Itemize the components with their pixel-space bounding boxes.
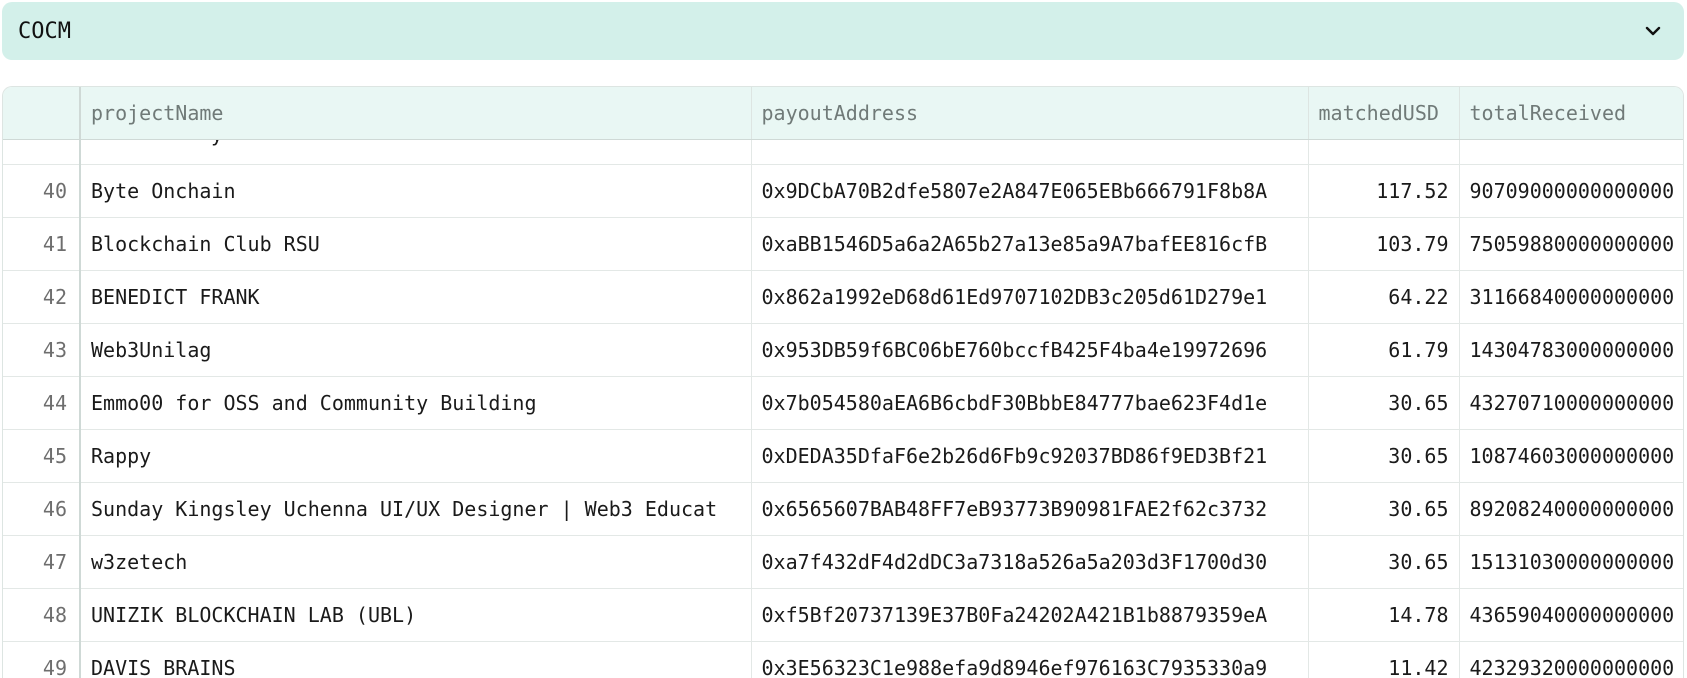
payout-address-cell: 0x862a1992eD68d61Ed9707102DB3c205d61D279…: [751, 270, 1309, 324]
payout-address-cell: 0x3E56323C1e988efa9d8946ef976163C7935330…: [751, 641, 1309, 678]
payout-address-cell: 0x9DCbA70B2dfe5807e2A847E065EBb666791F8b…: [751, 164, 1309, 218]
table-row-partial: y: [3, 139, 1683, 165]
total-received-cell: 31166840000000000: [1459, 270, 1683, 324]
payout-address-cell: 0xaBB1546D5a6a2A65b27a13e85a9A7bafEE816c…: [751, 217, 1309, 271]
matched-usd-cell: 117.52: [1308, 164, 1460, 218]
payout-address-cell: 0x7b054580aEA6B6cbdF30BbbE84777bae623F4d…: [751, 376, 1309, 430]
total-received-cell: 14304783000000000: [1459, 323, 1683, 377]
matched-usd-cell: 14.78: [1308, 588, 1460, 642]
project-name-cell: w3zetech: [80, 535, 752, 589]
project-name-cell: Byte Onchain: [80, 164, 752, 218]
table-row[interactable]: 47 w3zetech 0xa7f432dF4d2dDC3a7318a526a5a2…: [3, 535, 1683, 589]
total-received-cell: 10874603000000000: [1459, 429, 1683, 483]
project-name-cell: Web3Unilag: [80, 323, 752, 377]
table-row[interactable]: 42 BENEDICT FRANK 0x862a1992eD68d61Ed97071…: [3, 270, 1683, 324]
total-received-cell: 90709000000000000: [1459, 164, 1683, 218]
total-received-cell: 15131030000000000: [1459, 535, 1683, 589]
project-name-cell: BENEDICT FRANK: [80, 270, 752, 324]
row-index-cell: 42: [3, 270, 81, 324]
results-table: projectName payoutAddress matchedUSD tot…: [2, 86, 1684, 678]
table-header-row: projectName payoutAddress matchedUSD tot…: [3, 87, 1683, 140]
table-row[interactable]: 46 Sunday Kingsley Uchenna UI/UX Designer…: [3, 482, 1683, 536]
row-index-cell: 46: [3, 482, 81, 536]
total-received-cell: 89208240000000000: [1459, 482, 1683, 536]
row-index-cell: 45: [3, 429, 81, 483]
column-header-totalreceived[interactable]: totalReceived: [1459, 87, 1683, 140]
project-name-cell: y: [80, 139, 752, 165]
total-received-cell: 43659040000000000: [1459, 588, 1683, 642]
row-index-cell: 43: [3, 323, 81, 377]
matched-usd-cell: 11.42: [1308, 641, 1460, 678]
row-index-cell: 44: [3, 376, 81, 430]
row-index-cell: 48: [3, 588, 81, 642]
column-header-index[interactable]: [3, 87, 81, 140]
column-header-matchedusd[interactable]: matchedUSD: [1308, 87, 1460, 140]
dropdown-selected-value: COCM: [18, 18, 71, 44]
row-index-cell: [3, 139, 81, 165]
matched-usd-cell: 30.65: [1308, 376, 1460, 430]
row-index-cell: 47: [3, 535, 81, 589]
payout-address-cell: 0xDEDA35DfaF6e2b26d6Fb9c92037BD86f9ED3Bf…: [751, 429, 1309, 483]
project-name-cell: Blockchain Club RSU: [80, 217, 752, 271]
table-row[interactable]: 40 Byte Onchain 0x9DCbA70B2dfe5807e2A847E0…: [3, 164, 1683, 218]
project-name-cell: Rappy: [80, 429, 752, 483]
matched-usd-cell: 61.79: [1308, 323, 1460, 377]
total-received-cell: [1459, 139, 1683, 165]
row-index-cell: 41: [3, 217, 81, 271]
column-header-projectname[interactable]: projectName: [80, 87, 752, 140]
matched-usd-cell: 30.65: [1308, 429, 1460, 483]
matched-usd-cell: 64.22: [1308, 270, 1460, 324]
table-row[interactable]: 48 UNIZIK BLOCKCHAIN LAB (UBL) 0xf5Bf20737…: [3, 588, 1683, 642]
payout-address-cell: 0xa7f432dF4d2dDC3a7318a526a5a203d3F1700d…: [751, 535, 1309, 589]
table-row[interactable]: 43 Web3Unilag 0x953DB59f6BC06bE760bccfB425…: [3, 323, 1683, 377]
total-received-cell: 75059880000000000: [1459, 217, 1683, 271]
table-row[interactable]: 45 Rappy 0xDEDA35DfaF6e2b26d6Fb9c92037BD86…: [3, 429, 1683, 483]
project-name-cell: Emmo00 for OSS and Community Building: [80, 376, 752, 430]
project-name-cell: Sunday Kingsley Uchenna UI/UX Designer |…: [80, 482, 752, 536]
row-index-cell: 49: [3, 641, 81, 678]
matched-usd-cell: 103.79: [1308, 217, 1460, 271]
payout-address-cell: [751, 139, 1309, 165]
payout-address-cell: 0x953DB59f6BC06bE760bccfB425F4ba4e199726…: [751, 323, 1309, 377]
total-received-cell: 43270710000000000: [1459, 376, 1683, 430]
matched-usd-cell: 30.65: [1308, 482, 1460, 536]
matched-usd-cell: [1308, 139, 1460, 165]
table-row[interactable]: 44 Emmo00 for OSS and Community Building 0…: [3, 376, 1683, 430]
matched-usd-cell: 30.65: [1308, 535, 1460, 589]
column-header-payoutaddress[interactable]: payoutAddress: [751, 87, 1309, 140]
project-name-cell: DAVIS BRAINS: [80, 641, 752, 678]
strategy-dropdown[interactable]: COCM: [2, 2, 1684, 60]
table-row[interactable]: 41 Blockchain Club RSU 0xaBB1546D5a6a2A65b…: [3, 217, 1683, 271]
partial-text: y: [91, 140, 223, 147]
payout-address-cell: 0x6565607BAB48FF7eB93773B90981FAE2f62c37…: [751, 482, 1309, 536]
table-row[interactable]: 49 DAVIS BRAINS 0x3E56323C1e988efa9d8946ef…: [3, 641, 1683, 678]
total-received-cell: 42329320000000000: [1459, 641, 1683, 678]
project-name-cell: UNIZIK BLOCKCHAIN LAB (UBL): [80, 588, 752, 642]
row-index-cell: 40: [3, 164, 81, 218]
chevron-down-icon[interactable]: [1644, 22, 1662, 40]
payout-address-cell: 0xf5Bf20737139E37B0Fa24202A421B1b8879359…: [751, 588, 1309, 642]
